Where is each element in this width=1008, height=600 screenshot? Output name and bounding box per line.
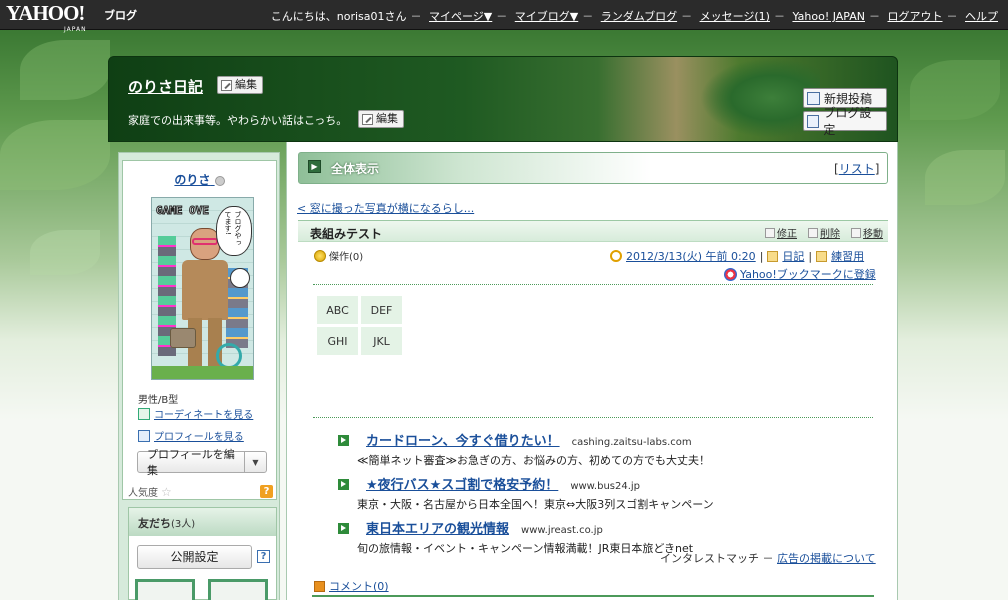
table-cell: DEF [361,296,402,324]
view-all-icon: ▶ [308,160,321,173]
friend-thumbnail[interactable] [135,579,195,600]
previous-post-link[interactable]: < 窓に撮った写真が横になるらし... [297,200,474,216]
greeting: こんにちは、norisa01さん [270,10,407,23]
background-leaf [30,230,100,275]
nav-help[interactable]: ヘルプ [965,10,998,23]
nav-random-blog[interactable]: ランダムブログ [601,10,677,23]
bookmark-icon [724,267,737,281]
folder-icon [816,250,828,262]
ad-item: 東日本エリアの観光情報 www.jreast.co.jp 旬の旅情報・イベント・キ… [338,518,693,556]
article-table: ABC DEF GHI JKL [314,293,405,358]
nav-myblog[interactable]: マイブログ▼ [515,10,578,23]
ad-policy-link[interactable]: 広告の掲載について [777,552,876,565]
blog-description: 家庭での出来事等。やわらかい話はこっち。 [128,114,348,127]
gender-blood-type: 男性/B型 [138,395,179,406]
blog-title[interactable]: のりさ日記 [128,76,203,97]
move-icon [851,227,861,238]
table-cell: JKL [361,327,402,355]
post-datetime-link[interactable]: 2012/3/13(火) 午前 0:20 [626,248,756,264]
ad-description: ≪簡単ネット審査≫お急ぎの方、お悩みの方、初めての方でも大丈夫！ [357,454,711,467]
table-row: ABC DEF [317,296,402,324]
delete-icon [808,227,818,238]
status-icon [214,175,225,186]
header-leaf-cluster [700,58,820,138]
background-leaf [910,60,1000,120]
ad-url: cashing.zaitsu-labs.com [571,437,692,448]
view-all-label[interactable]: 全体表示 [331,160,379,177]
ad-item: カードローン、今すぐ借りたい！ cashing.zaitsu-labs.com ≪… [338,430,710,468]
ad-description: 東京・大阪・名古屋から日本全国へ！東京⇔大阪3列スゴ割キャンペーン [357,498,714,511]
username-link[interactable]: のりさ [122,171,277,188]
ad-footer: インタレストマッチ － 広告の掲載について [660,552,876,565]
help-icon[interactable]: ? [260,485,273,498]
nav-mypage[interactable]: マイページ▼ [429,10,492,23]
view-all-bar [298,152,888,184]
title-edit-button[interactable]: 編集 [217,76,263,94]
background-leaf [0,120,110,190]
ad-url: www.bus24.jp [570,481,641,492]
ad-description: 旬の旅情報・イベント・キャンペーン情報満載！JR東日本旅どきnet [357,542,694,555]
table-cell: ABC [317,296,358,324]
arrow-icon [338,523,349,534]
pencil-icon [765,227,775,238]
friends-header: 友だち(3人) [129,508,276,536]
move-article-link[interactable]: 移動 [851,225,883,240]
wrench-icon [807,114,820,128]
edit-article-link[interactable]: 修正 [765,225,797,240]
nav-logout[interactable]: ログアウト [888,10,943,23]
help-icon[interactable]: ? [257,550,270,563]
top-nav: こんにちは、norisa01さん－ マイページ▼ － マイブログ▼ － ランダムブロ… [270,10,998,23]
ad-item: ★夜行バス★スゴ割で格安予約！ www.bus24.jp 東京・大阪・名古屋から日… [338,474,714,512]
yahoo-logo[interactable]: YAHOO! JAPAN [6,3,86,34]
profile-link[interactable]: プロフィールを見る [138,428,244,443]
book-icon [767,250,779,262]
ad-title-link[interactable]: ★夜行バス★スゴ割で格安予約！ [366,474,558,493]
article-header [298,220,888,242]
table-cell: GHI [317,327,358,355]
chevron-down-icon[interactable]: ▼ [244,452,266,472]
nav-yahoo-japan[interactable]: Yahoo! JAPAN [792,10,865,23]
avatar-game-over-text: GAME OVE [156,204,210,218]
comments-link[interactable]: コメント(0) [314,578,389,594]
delete-article-link[interactable]: 削除 [808,225,840,240]
medal-icon [314,249,326,262]
pencil-icon [362,113,373,125]
article-title: 表組みテスト [310,227,383,241]
avatar[interactable]: ブログやってます! [151,197,254,380]
folder-link[interactable]: 練習用 [831,248,864,264]
clock-icon [610,250,622,262]
popularity: 人気度 ☆ [128,484,172,500]
background-leaf [20,40,110,100]
arrow-icon [338,479,349,490]
masterpiece-count[interactable]: 傑作(0) [314,248,363,263]
divider [312,595,874,597]
divider [313,417,873,418]
star-icon: ☆ [161,484,172,499]
friend-thumbnail[interactable] [208,579,268,600]
new-post-icon [807,91,820,105]
description-edit-button[interactable]: 編集 [358,110,404,128]
profile-edit-button[interactable]: プロフィールを編集 ▼ [137,448,267,477]
ad-url: www.jreast.co.jp [521,525,603,536]
ad-title-link[interactable]: カードローン、今すぐ借りたい！ [366,430,560,449]
table-row: GHI JKL [317,327,402,355]
profile-icon [138,429,150,442]
yahoo-bookmark-link[interactable]: Yahoo!ブックマークに登録 [724,266,876,282]
coordinate-link[interactable]: コーディネートを見る [138,406,253,421]
service-name[interactable]: ブログ [104,7,137,23]
arrow-icon [338,435,349,446]
coordinate-icon [138,407,150,420]
category-link[interactable]: 日記 [782,248,804,264]
blog-settings-button[interactable]: ブログ設定 [803,106,887,137]
pencil-icon [221,79,232,91]
comment-icon [314,580,325,592]
nav-messages[interactable]: メッセージ(1) [700,10,770,23]
ad-title-link[interactable]: 東日本エリアの観光情報 [366,518,509,537]
list-link[interactable]: [リスト] [834,160,879,177]
speech-bubble: ブログやってます! [216,206,252,256]
article-meta: 2012/3/13(火) 午前 0:20 | 日記 | 練習用 [610,248,864,264]
public-setting-button[interactable]: 公開設定 [137,545,252,569]
divider [313,284,873,285]
background-leaf [925,150,1005,205]
